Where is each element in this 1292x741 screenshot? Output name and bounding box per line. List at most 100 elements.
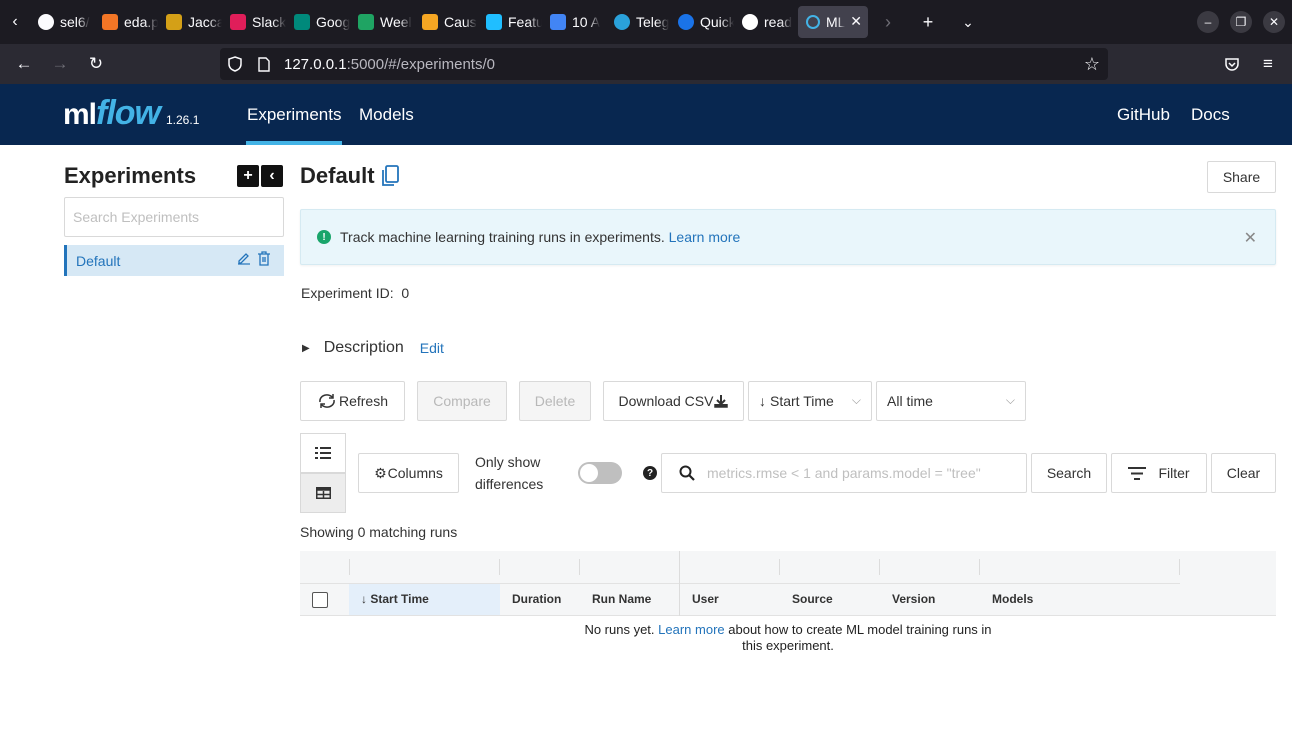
banner-learn-more-link[interactable]: Learn more: [669, 229, 741, 245]
col-run-name[interactable]: Run Name: [592, 592, 651, 606]
sidebar-item-default[interactable]: Default: [64, 245, 284, 276]
share-button[interactable]: Share: [1207, 161, 1276, 193]
column-divider: [1179, 559, 1180, 575]
nav-docs[interactable]: Docs: [1191, 84, 1230, 145]
url-bar[interactable]: 127.0.0.1:5000/#/experiments/0 ☆: [220, 48, 1108, 80]
tab-label: Featu: [508, 14, 542, 30]
google-docs-icon: [550, 14, 566, 30]
compare-button[interactable]: Compare: [417, 381, 507, 421]
col-user[interactable]: User: [692, 592, 719, 606]
experiment-id-value: 0: [401, 285, 410, 301]
col-models[interactable]: Models: [992, 592, 1033, 606]
column-divider: [979, 559, 980, 575]
back-icon[interactable]: ←: [12, 52, 36, 76]
google-meet-icon: [294, 14, 310, 30]
chevron-down-icon: ⌵: [851, 393, 861, 407]
close-tab-icon[interactable]: ✕: [850, 13, 862, 30]
mlflow-logo[interactable]: ml flow 1.26.1: [63, 94, 199, 134]
new-tab-icon[interactable]: +: [908, 6, 948, 38]
column-divider: [579, 559, 580, 575]
github-icon: [38, 14, 54, 30]
browser-tab[interactable]: read: [734, 6, 798, 38]
col-source[interactable]: Source: [792, 592, 833, 606]
col-version[interactable]: Version: [892, 592, 935, 606]
tab-label: Teleg: [636, 14, 670, 30]
restore-icon[interactable]: ❐: [1230, 11, 1252, 33]
add-experiment-icon[interactable]: +: [237, 165, 259, 187]
filter-button[interactable]: Filter: [1111, 453, 1207, 493]
menu-icon[interactable]: ≡: [1256, 52, 1280, 76]
refresh-label: Refresh: [338, 393, 389, 409]
columns-button[interactable]: ⚙ Columns: [358, 453, 459, 493]
minimize-icon[interactable]: –: [1197, 11, 1219, 33]
filter-label: Filter: [1158, 465, 1190, 481]
question-circle-icon[interactable]: ?: [643, 466, 657, 480]
browser-tab[interactable]: eda.p: [94, 6, 158, 38]
browser-tab[interactable]: 10 A: [542, 6, 606, 38]
delete-button[interactable]: Delete: [519, 381, 591, 421]
tab-label: Jacca: [188, 14, 222, 30]
search-button[interactable]: Search: [1031, 453, 1107, 493]
mlflow-icon: [806, 15, 820, 29]
browser-tab[interactable]: sel6/: [30, 6, 94, 38]
time-range-select[interactable]: All time ⌵: [876, 381, 1026, 421]
clear-button[interactable]: Clear: [1211, 453, 1276, 493]
shield-icon[interactable]: [228, 56, 244, 72]
banner-text: Track machine learning training runs in …: [340, 229, 665, 245]
close-banner-icon[interactable]: ✕: [1244, 228, 1257, 248]
browser-tab[interactable]: Quick: [670, 6, 734, 38]
tab-label: Weel: [380, 14, 412, 30]
browser-tab[interactable]: Jacca: [158, 6, 222, 38]
browser-tab[interactable]: Featu: [478, 6, 542, 38]
url-host: 127.0.0.1: [284, 55, 347, 73]
forward-icon[interactable]: →: [48, 52, 72, 76]
select-all-checkbox[interactable]: [312, 592, 328, 608]
download-icon: [714, 394, 729, 408]
browser-tab-active[interactable]: ML ✕: [798, 6, 868, 38]
browser-tab[interactable]: Teleg: [606, 6, 670, 38]
search-experiments-input[interactable]: [64, 197, 284, 237]
refresh-button[interactable]: Refresh: [300, 381, 405, 421]
only-show-differences-label: Only show differences: [475, 451, 543, 495]
sidebar-title: Experiments: [64, 163, 197, 188]
empty-learn-more-link[interactable]: Learn more: [658, 622, 724, 637]
download-csv-button[interactable]: Download CSV: [603, 381, 744, 421]
description-section[interactable]: ▶ Description Edit: [302, 339, 444, 357]
delete-icon[interactable]: [257, 251, 271, 270]
description-label: Description: [323, 339, 404, 356]
refresh-icon: [317, 393, 337, 409]
list-view-button[interactable]: [300, 433, 346, 473]
experiment-id: Experiment ID: 0: [301, 285, 409, 301]
experiment-title: Default: [300, 163, 375, 188]
reload-icon[interactable]: ↻: [84, 52, 108, 76]
browser-tab[interactable]: Slack: [222, 6, 286, 38]
differences-toggle[interactable]: [578, 462, 622, 484]
run-search-box[interactable]: [661, 453, 1027, 493]
bookmark-star-icon[interactable]: ☆: [1084, 54, 1100, 75]
col-start-time[interactable]: ↓ Start Time: [361, 592, 429, 606]
tab-overflow-icon[interactable]: ›: [868, 6, 908, 38]
column-divider: [879, 559, 880, 575]
collapse-sidebar-icon[interactable]: ‹: [261, 165, 283, 187]
list-tabs-icon[interactable]: ⌄: [948, 6, 988, 38]
col-duration[interactable]: Duration: [512, 592, 561, 606]
description-edit-link[interactable]: Edit: [420, 340, 444, 356]
table-view-button[interactable]: [300, 473, 346, 513]
pocket-icon[interactable]: [1220, 52, 1244, 76]
caret-right-icon[interactable]: ▶: [302, 343, 310, 354]
nav-models[interactable]: Models: [359, 84, 414, 145]
sort-select[interactable]: ↓ Start Time ⌵: [748, 381, 872, 421]
browser-tab[interactable]: Goog: [286, 6, 350, 38]
run-search-input[interactable]: [707, 465, 1007, 481]
browser-tab[interactable]: Caus: [414, 6, 478, 38]
copy-icon[interactable]: [381, 165, 399, 187]
tab-scroll-left-icon[interactable]: ‹: [0, 0, 30, 44]
browser-tab[interactable]: Weel: [350, 6, 414, 38]
tab-label: Slack: [252, 14, 286, 30]
telegram-icon: [614, 14, 630, 30]
nav-github[interactable]: GitHub: [1117, 84, 1170, 145]
chevron-down-icon: ⌵: [1005, 393, 1015, 407]
close-window-icon[interactable]: ✕: [1263, 11, 1285, 33]
nav-experiments[interactable]: Experiments: [246, 84, 343, 145]
edit-icon[interactable]: [237, 251, 251, 269]
